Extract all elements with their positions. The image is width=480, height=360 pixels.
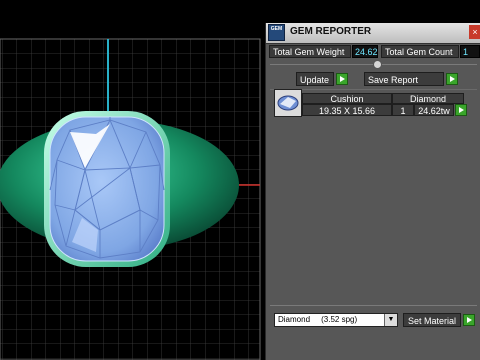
3d-viewport[interactable] — [0, 0, 266, 360]
play-icon[interactable] — [463, 314, 475, 326]
play-icon[interactable] — [446, 73, 458, 85]
gem-dimensions-cell: 19.35 X 15.66 — [302, 104, 392, 116]
gem-count-cell: 1 — [392, 104, 414, 116]
gem-reporter-logo-icon: GEM — [268, 24, 285, 41]
material-select[interactable]: Diamond (3.52 spg) ▼ — [274, 313, 398, 327]
gem-thumbnail-icon[interactable] — [274, 89, 302, 117]
material-select-value: Diamond (3.52 spg) — [278, 315, 358, 324]
column-header-diamond: Diamond — [392, 93, 464, 104]
gem-weight-cell: 24.62tw — [414, 104, 454, 116]
update-button[interactable]: Update — [296, 72, 334, 86]
column-header-cushion: Cushion — [302, 93, 392, 104]
divider — [270, 305, 477, 306]
play-icon[interactable] — [336, 73, 348, 85]
total-gem-count-value: 1 — [460, 45, 480, 58]
cushion-gem — [49, 116, 165, 262]
total-gem-weight-value: 24.62 — [352, 45, 378, 58]
close-icon[interactable]: × — [469, 25, 480, 39]
total-gem-weight-label: Total Gem Weight — [269, 45, 351, 58]
panel-title: GEM REPORTER — [290, 26, 372, 37]
gem-table: Cushion Diamond 19.35 X 15.66 1 24.62tw — [274, 89, 470, 117]
play-icon[interactable] — [455, 104, 467, 116]
save-report-button[interactable]: Save Report — [364, 72, 444, 86]
dropdown-arrow-icon[interactable]: ▼ — [384, 314, 397, 326]
gem-reporter-panel: GEM GEM REPORTER × Total Gem Weight 24.6… — [265, 23, 480, 360]
total-gem-count-label: Total Gem Count — [381, 45, 459, 58]
panel-titlebar[interactable]: GEM GEM REPORTER × — [266, 23, 480, 44]
viewport-scene — [0, 38, 261, 360]
set-material-button[interactable]: Set Material — [403, 313, 461, 327]
panel-resize-knob[interactable] — [373, 60, 382, 69]
